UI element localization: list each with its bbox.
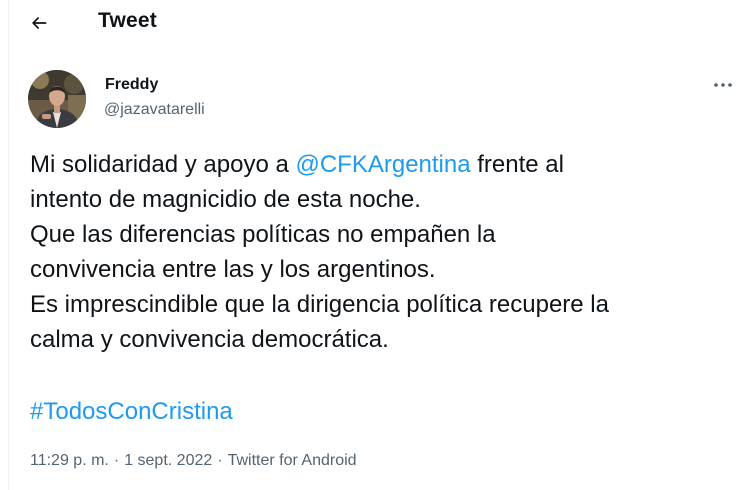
tweet-metadata: 11:29 p. m. · 1 sept. 2022 · Twitter for And…	[30, 452, 357, 470]
column-border	[8, 0, 9, 490]
tweet-line-5: Es imprescindible que la dirigencia polí…	[30, 291, 609, 318]
tweet-time[interactable]: 11:29 p. m.	[30, 452, 109, 469]
back-button[interactable]	[22, 6, 56, 40]
tweet-line-1: Mi solidaridad y apoyo a @CFKArgentina f…	[30, 147, 735, 182]
meta-separator: ·	[217, 452, 223, 469]
tweet-line-4: convivencia entre las y los argentinos.	[30, 256, 436, 283]
meta-separator: ·	[113, 452, 120, 469]
author-handle[interactable]: @jazavatarelli	[104, 101, 205, 119]
tweet-text: Mi solidaridad y apoyo a @CFKArgentina f…	[30, 147, 735, 357]
tweet-date[interactable]: 1 sept. 2022	[124, 452, 212, 469]
tweet-text-segment: Mi solidaridad y apoyo a	[30, 151, 296, 178]
more-horizontal-icon	[714, 83, 732, 87]
more-options-button[interactable]	[706, 74, 740, 96]
hashtag-link[interactable]: #TodosConCristina	[30, 394, 233, 429]
mention-link[interactable]: @CFKArgentina	[295, 151, 470, 178]
page-title: Tweet	[98, 9, 157, 32]
author-display-name[interactable]: Freddy	[105, 76, 158, 94]
tweet-line-2: intento de magnicidio de esta noche.	[30, 186, 421, 213]
tweet-line-6: calma y convivencia democrática.	[30, 326, 389, 353]
avatar[interactable]	[28, 70, 86, 128]
arrow-left-icon	[32, 17, 47, 29]
tweet-text-segment: frente al	[470, 151, 564, 178]
tweet-source[interactable]: Twitter for Android	[228, 452, 357, 469]
page-header: Tweet	[0, 0, 741, 46]
tweet-line-3: Que las diferencias políticas no empañen…	[30, 221, 496, 248]
